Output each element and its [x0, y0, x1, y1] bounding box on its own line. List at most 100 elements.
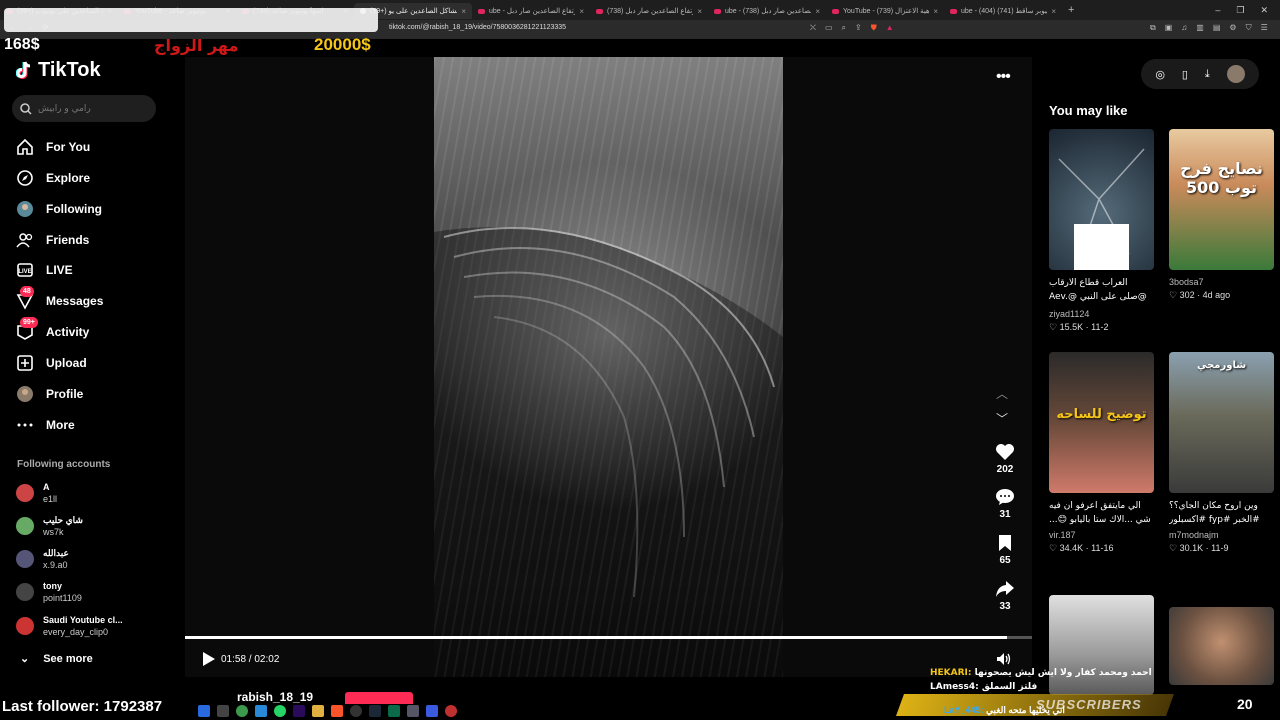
app-icon[interactable] [255, 705, 267, 717]
following-account[interactable]: عبدالله x.9.a0 [16, 547, 69, 571]
share-icon[interactable]: ⇪ [855, 23, 862, 33]
search-box[interactable] [12, 95, 156, 122]
brave-shield-icon[interactable]: ⛊ [871, 23, 877, 33]
following-account[interactable]: tony point1109 [16, 580, 82, 604]
video-frame[interactable] [434, 57, 783, 677]
app-icon[interactable] [426, 705, 438, 717]
user-avatar[interactable] [1226, 65, 1245, 83]
save-button[interactable]: 65 [990, 534, 1020, 566]
play-button[interactable] [201, 651, 216, 667]
card-likes: 34.4K [1059, 543, 1084, 553]
sidebar-item-explore[interactable]: Explore [16, 166, 90, 190]
phone-icon[interactable]: ▯ [1182, 68, 1188, 81]
suggested-video-card[interactable] [1169, 607, 1274, 685]
url-field[interactable]: tiktok.com/@rabish_18_19/video/758003628… [389, 24, 566, 31]
close-tab-icon[interactable]: × [579, 7, 584, 16]
see-more-button[interactable]: ⌄ See more [20, 652, 93, 666]
next-video-button[interactable]: ﹀ [996, 410, 1008, 427]
extension-icon[interactable]: ⧉ [1150, 23, 1156, 33]
sidebar-item-live[interactable]: LIVE LIVE [16, 258, 73, 282]
zoom-icon[interactable]: ⌕ [842, 23, 846, 33]
tiktok-logo[interactable]: TikTok [16, 59, 101, 82]
video-thumbnail[interactable] [1049, 129, 1154, 270]
premiere-icon[interactable] [293, 705, 305, 717]
whatsapp-icon[interactable] [274, 705, 286, 717]
brave-icon[interactable] [331, 705, 343, 717]
download-icon[interactable]: ⤓ [1205, 68, 1210, 81]
video-thumbnail[interactable]: توضيح للساحه [1049, 352, 1154, 493]
sidebar-item-following[interactable]: Following [16, 197, 102, 221]
previous-video-button[interactable]: ︿ [996, 385, 1008, 402]
sidebar-item-friends[interactable]: Friends [16, 228, 89, 252]
sidebar-icon[interactable]: ▥ [1196, 23, 1204, 33]
card-author[interactable]: m7modnajm [1169, 530, 1274, 540]
close-tab-icon[interactable]: × [461, 7, 466, 16]
sidebar-item-activity[interactable]: 99+ Activity [16, 317, 89, 344]
following-account[interactable]: Ae1ll [16, 481, 57, 505]
sidebar-item-messages[interactable]: 48 Messages [16, 286, 103, 313]
app-icon[interactable] [407, 705, 419, 717]
close-tab-icon[interactable]: × [933, 7, 938, 16]
sidebar-item-upload[interactable]: Upload [16, 351, 87, 375]
media-icon[interactable]: ♫ [1181, 23, 1187, 33]
chat-text: فلتز السملق [981, 682, 1038, 692]
sidebar-item-for-you[interactable]: For You [16, 135, 90, 159]
rewards-icon[interactable]: ▲ [886, 23, 894, 33]
like-button[interactable]: 202 [990, 443, 1020, 475]
reader-icon[interactable]: ⛌ [810, 23, 816, 33]
close-window-button[interactable]: ✕ [1260, 5, 1268, 16]
video-thumbnail[interactable]: نصايح فرح توب 500 [1169, 129, 1274, 270]
app-icon[interactable] [217, 705, 229, 717]
app-icon[interactable] [198, 705, 210, 717]
settings-icon[interactable]: ⚙ [1229, 23, 1236, 33]
chrome-icon[interactable] [236, 705, 248, 717]
card-author[interactable]: vir.187 [1049, 530, 1154, 540]
suggested-video-card[interactable]: نصايح فرح توب 500 3bodsa7 ♡ 302 · 4d ago [1169, 129, 1274, 301]
browser-tab[interactable]: ube - (404) يوتيوبر ساقط (741) × [944, 3, 1062, 19]
folder-icon[interactable] [312, 705, 324, 717]
obs-icon[interactable] [350, 705, 362, 717]
suggested-video-card[interactable]: توضيح للساحه الي مايتفق اعرفو ان فيه شي … [1049, 352, 1154, 554]
close-tab-icon[interactable]: × [697, 7, 702, 16]
suggested-video-card[interactable]: العراب قطاع الارقاب @صلى على النبي @Aev.… [1049, 129, 1154, 333]
vpn-icon[interactable]: ⛉ [1246, 23, 1252, 33]
following-account[interactable]: Saudi Youtube cl... every_day_clip0 [16, 614, 123, 638]
browser-tab[interactable]: ube - ارتفاع الصاعدين صار دبل × [472, 3, 590, 19]
browser-tab[interactable]: ube - (738) ارتفاع الصاعدين صار دبل × [708, 3, 826, 19]
sidebar-item-profile[interactable]: Profile [16, 382, 83, 406]
app-icon[interactable] [445, 705, 457, 717]
sidebar-item-more[interactable]: More [16, 413, 75, 437]
app-icon[interactable] [388, 705, 400, 717]
screen-icon[interactable]: ▭ [825, 23, 833, 33]
browser-tab[interactable]: (738) ارتفاع الصاعدين صار دبل × [590, 3, 708, 19]
tab-label: (99+) مشاكل الصاعدين على يو [370, 8, 458, 15]
maximize-button[interactable]: ❐ [1236, 5, 1244, 16]
youtube-favicon-icon [832, 8, 839, 14]
minimize-button[interactable]: – [1215, 5, 1220, 16]
new-tab-button[interactable]: + [1062, 4, 1080, 16]
search-input[interactable] [38, 103, 148, 114]
close-tab-icon[interactable]: × [815, 7, 820, 16]
upload-icon [16, 354, 34, 372]
video-thumbnail[interactable]: شاورمجي [1169, 352, 1274, 493]
thumbnail-text: شاورمجي [1196, 360, 1247, 371]
extension-icon[interactable]: ▣ [1165, 23, 1173, 33]
browser-tab[interactable]: YouTube - (739) هية الاعتزال × [826, 3, 944, 19]
suggested-video-card[interactable]: شاورمجي وين اروح مكان الجاي؟؟ #الخبر #fy… [1169, 352, 1274, 554]
video-more-menu[interactable]: ••• [996, 68, 1011, 86]
close-tab-icon[interactable]: × [1051, 7, 1056, 16]
share-button[interactable]: 33 [990, 580, 1020, 612]
account-name: A [43, 482, 50, 492]
following-account[interactable]: شاي حليب ws7k [16, 514, 83, 538]
steam-icon[interactable] [369, 705, 381, 717]
menu-icon[interactable]: ☰ [1261, 23, 1268, 33]
wallet-icon[interactable]: ▤ [1213, 23, 1221, 33]
comment-button[interactable]: 31 [990, 488, 1020, 520]
card-author[interactable]: 3bodsa7 [1169, 277, 1274, 287]
account-name: شاي حليب [43, 515, 83, 525]
you-may-like-title: You may like [1049, 103, 1128, 118]
video-thumbnail[interactable] [1169, 607, 1274, 685]
card-caption: الي مايتفق اعرفو ان فيه شي ...الاك ستا ب… [1049, 501, 1151, 525]
card-author[interactable]: ziyad1124 [1049, 309, 1154, 319]
compass-icon[interactable]: ◎ [1155, 68, 1165, 81]
